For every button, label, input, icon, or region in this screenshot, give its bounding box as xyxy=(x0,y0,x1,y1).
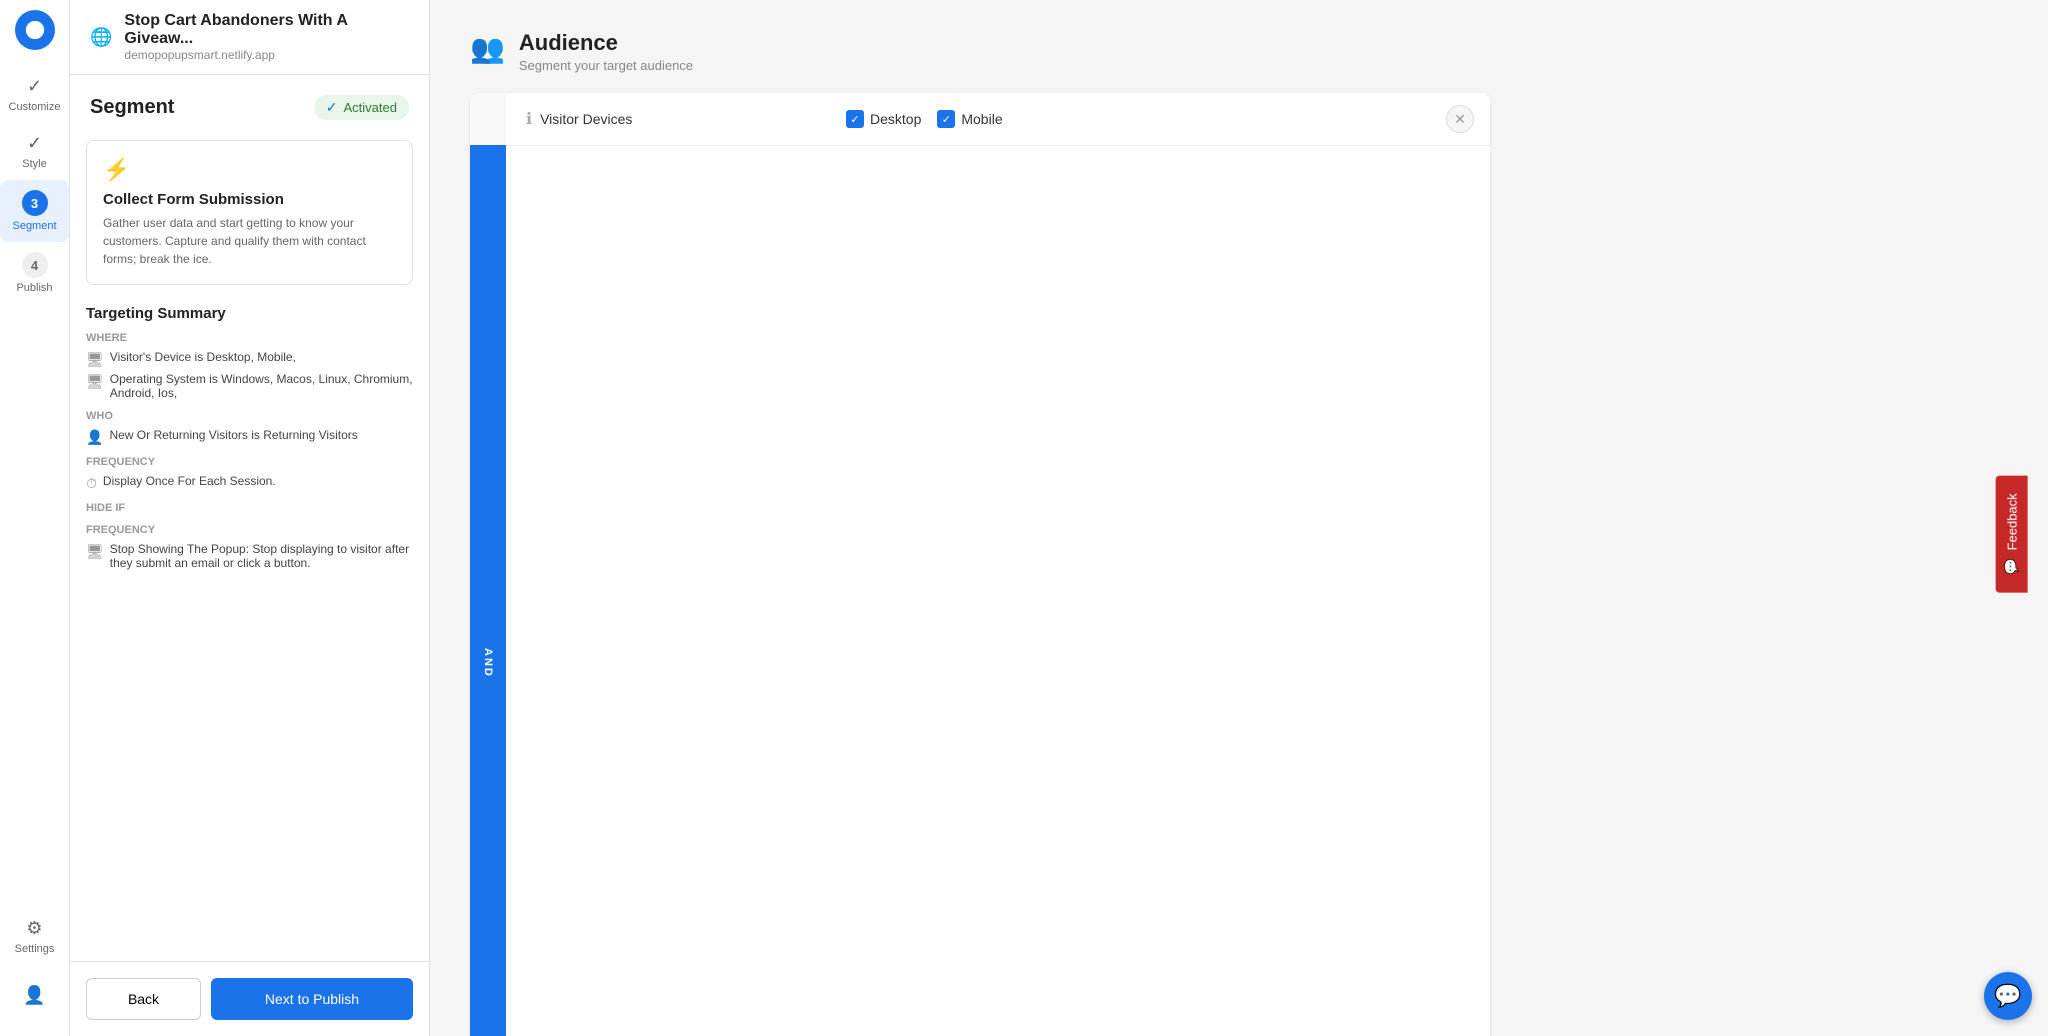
targeting-summary: Targeting Summary WHERE 🖥 Visitor's Devi… xyxy=(86,305,413,574)
hide-frequency-label: FREQUENCY xyxy=(86,524,413,536)
targeting-summary-title: Targeting Summary xyxy=(86,305,413,322)
nav-item-customize[interactable]: ✓ Customize xyxy=(0,66,69,123)
nav-label-segment: Segment xyxy=(12,220,56,232)
card-title: Collect Form Submission xyxy=(103,191,396,208)
mobile-checkbox-item[interactable]: ✓ Mobile xyxy=(937,110,1002,128)
sidebar-footer: Back Next to Publish xyxy=(70,961,429,1036)
hide-item-1: 🖥 Stop Showing The Popup: Stop displayin… xyxy=(86,542,413,570)
audience-title: Audience xyxy=(519,30,693,56)
user-icon: 👤 xyxy=(23,985,45,1006)
left-navigation: ✓ Customize ✓ Style 3 Segment 4 Publish … xyxy=(0,0,70,1036)
where-item-1: 🖥 Visitor's Device is Desktop, Mobile, xyxy=(86,350,413,368)
desktop-checkbox[interactable]: ✓ xyxy=(846,110,864,128)
nav-label-customize: Customize xyxy=(9,101,61,113)
hide-text-1: Stop Showing The Popup: Stop displaying … xyxy=(110,542,413,570)
back-button[interactable]: Back xyxy=(86,978,201,1020)
stop-icon: 🖥 xyxy=(86,543,104,560)
sidebar-header: Segment ✓ Activated xyxy=(70,75,429,130)
card-description: Gather user data and start getting to kn… xyxy=(103,214,396,268)
computer-icon: 🖥 xyxy=(86,373,104,390)
visitor-devices-row: ℹ Visitor Devices ✓ Desktop ✓ Mobile ✕ xyxy=(470,93,1490,145)
hide-if-label: Hide If xyxy=(86,502,413,514)
person-icon: 👤 xyxy=(86,429,103,446)
audience-section-header: 👥 Audience Segment your target audience xyxy=(470,30,1490,73)
and-spacer xyxy=(470,93,506,145)
visitor-devices-actions: ✕ xyxy=(1430,93,1490,145)
activated-badge: ✓ Activated xyxy=(314,95,409,120)
nav-label-publish: Publish xyxy=(16,282,52,294)
visitor-devices-label: ℹ Visitor Devices xyxy=(506,93,826,145)
check-circle-icon: ✓ xyxy=(326,99,338,116)
globe-icon: 🌐 xyxy=(90,27,112,48)
nav-label-style: Style xyxy=(22,158,46,170)
chat-button[interactable]: 💬 xyxy=(1984,972,2032,1020)
activated-label: Activated xyxy=(344,100,397,115)
page-title: Stop Cart Abandoners With A Giveaw... xyxy=(124,12,409,48)
frequency-item-1: ⏱ Display Once For Each Session. xyxy=(86,474,413,492)
nav-bottom: ⚙ Settings 👤 xyxy=(15,908,55,1036)
nav-item-segment[interactable]: 3 Segment xyxy=(0,180,69,242)
frequency-text-1: Display Once For Each Session. xyxy=(103,474,276,488)
top-bar: 🌐 Stop Cart Abandoners With A Giveaw... … xyxy=(70,0,429,75)
main-content: 👥 Audience Segment your target audience … xyxy=(430,0,2048,1036)
sidebar-title: Segment xyxy=(90,96,174,119)
customize-icon: ✓ xyxy=(27,76,42,97)
page-url: demopopupsmart.netlify.app xyxy=(124,48,409,62)
audience-icon: 👥 xyxy=(470,32,505,65)
mobile-checkbox[interactable]: ✓ xyxy=(937,110,955,128)
visitor-devices-content: ✓ Desktop ✓ Mobile xyxy=(826,93,1430,145)
nav-item-style[interactable]: ✓ Style xyxy=(0,123,69,180)
where-text-2: Operating System is Windows, Macos, Linu… xyxy=(110,372,413,400)
settings-icon: ⚙ xyxy=(26,918,42,939)
where-label: WHERE xyxy=(86,332,413,344)
feedback-button[interactable]: 💬 Feedback xyxy=(1995,475,2027,592)
audience-card: ℹ Visitor Devices ✓ Desktop ✓ Mobile ✕ xyxy=(470,93,1490,1036)
and-bar-1: AND xyxy=(470,145,506,1036)
frequency-label: FREQUENCY xyxy=(86,456,413,468)
who-label: WHO xyxy=(86,410,413,422)
next-to-publish-button[interactable]: Next to Publish xyxy=(211,978,413,1020)
feedback-icon: 💬 xyxy=(2003,558,2019,574)
where-text-1: Visitor's Device is Desktop, Mobile, xyxy=(110,350,296,364)
feedback-label: Feedback xyxy=(2004,493,2019,550)
desktop-label: Desktop xyxy=(870,111,921,127)
mobile-label: Mobile xyxy=(961,111,1002,127)
form-card: ⚡ Collect Form Submission Gather user da… xyxy=(86,140,413,285)
nav-item-publish[interactable]: 4 Publish xyxy=(0,242,69,304)
audience-subtitle: Segment your target audience xyxy=(519,58,693,73)
clock-icon: ⏱ xyxy=(86,475,97,492)
segment-number: 3 xyxy=(22,190,48,216)
sidebar: 🌐 Stop Cart Abandoners With A Giveaw... … xyxy=(70,0,430,1036)
and-divider-1: AND xyxy=(470,145,1490,1036)
publish-number: 4 xyxy=(22,252,48,278)
who-item-1: 👤 New Or Returning Visitors is Returning… xyxy=(86,428,413,446)
info-icon-1: ℹ xyxy=(526,109,532,129)
chat-icon: 💬 xyxy=(1994,983,2021,1009)
app-logo[interactable] xyxy=(15,10,55,50)
visitor-devices-remove[interactable]: ✕ xyxy=(1446,105,1474,133)
nav-label-settings: Settings xyxy=(15,943,55,955)
visitor-devices-text: Visitor Devices xyxy=(540,111,632,127)
feedback-container: 💬 Feedback xyxy=(1995,475,2027,592)
lightning-icon: ⚡ xyxy=(103,157,396,183)
who-text-1: New Or Returning Visitors is Returning V… xyxy=(109,428,357,442)
style-icon: ✓ xyxy=(27,133,42,154)
where-item-2: 🖥 Operating System is Windows, Macos, Li… xyxy=(86,372,413,400)
monitor-icon: 🖥 xyxy=(86,351,104,368)
nav-item-user[interactable]: 👤 xyxy=(15,975,55,1016)
nav-item-settings[interactable]: ⚙ Settings xyxy=(15,908,55,965)
desktop-checkbox-item[interactable]: ✓ Desktop xyxy=(846,110,921,128)
